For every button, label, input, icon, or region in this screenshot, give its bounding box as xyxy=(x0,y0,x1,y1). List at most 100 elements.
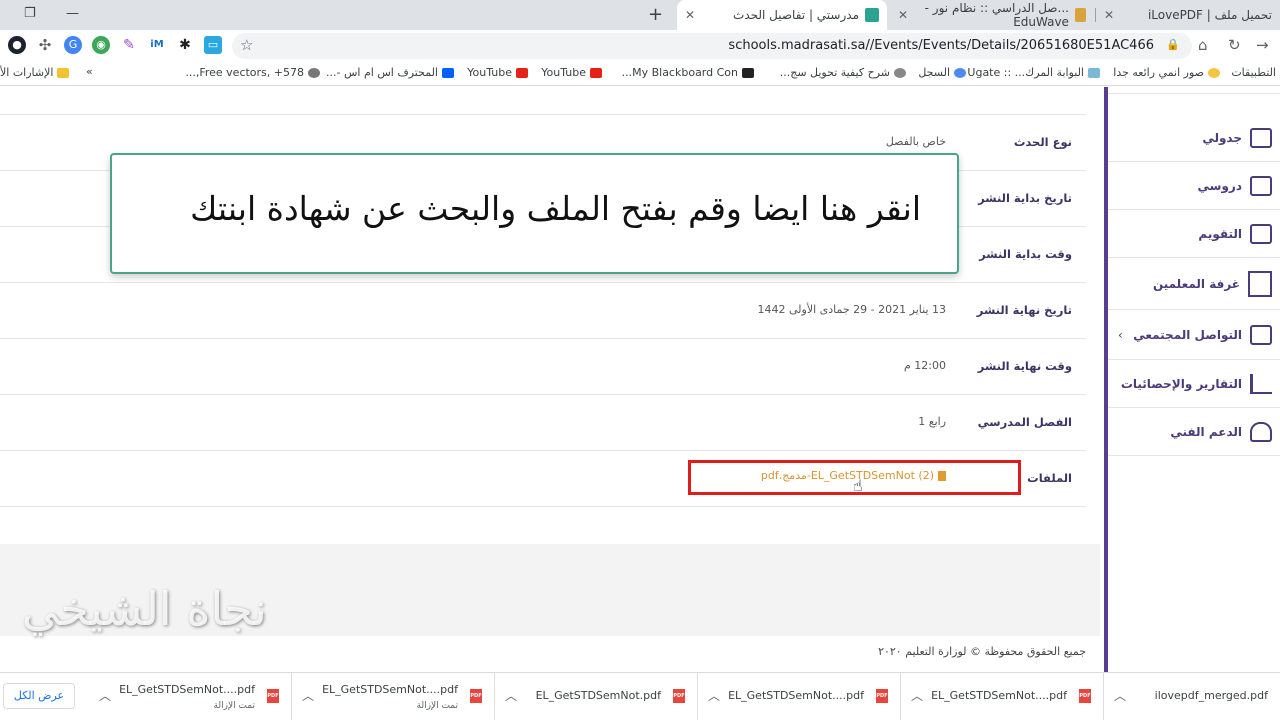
sidebar-item-community[interactable]: ‹ التواصل المجتمعي xyxy=(1108,310,1280,360)
row-value: 13 يناير 2021 - 29 جمادى الأولى 1442 xyxy=(757,303,947,316)
chevron-left-icon: ‹ xyxy=(1118,327,1123,342)
download-item[interactable]: PDF EL_GetSTDSemNot....pdf ︿ xyxy=(901,673,1104,720)
download-filename: EL_GetSTDSemNot....pdf xyxy=(119,683,255,696)
chevron-up-icon[interactable]: ︿ xyxy=(1114,687,1126,704)
details-row: وقت نهاية النشر 12:00 م xyxy=(0,339,1086,395)
details-row: تاريخ نهاية النشر 13 يناير 2021 - 29 جما… xyxy=(0,283,1086,339)
download-item[interactable]: PDF EL_GetSTDSemNot.pdf ︿ xyxy=(495,673,698,720)
chevron-up-icon[interactable]: ︿ xyxy=(708,687,720,704)
sidebar-item-label: التقويم xyxy=(1198,226,1242,241)
tab-title: مدرستي | تفاصيل الحدث xyxy=(733,8,859,22)
bookmark-star-icon[interactable]: ☆ xyxy=(240,36,253,54)
watermark: نجاة الشيخي xyxy=(22,582,267,636)
back-icon[interactable]: → xyxy=(1256,36,1269,54)
pdf-file-icon: PDF xyxy=(267,689,279,703)
close-tab-icon[interactable]: ✕ xyxy=(898,8,908,22)
row-label: نوع الحدث xyxy=(1013,135,1072,149)
lock-icon[interactable]: 🔒 xyxy=(1166,38,1180,51)
home-icon[interactable]: ⌂ xyxy=(1198,36,1208,54)
bar-chart-icon xyxy=(1250,373,1272,394)
download-item[interactable]: PDF EL_GetSTDSemNot....pdf ︿ xyxy=(698,673,901,720)
sidebar-item-label: التقارير والإحصائيات xyxy=(1120,376,1242,391)
sidebar-item-label: الدعم الفني xyxy=(1170,424,1242,439)
hand-cursor-icon: ☝ xyxy=(853,476,863,495)
download-status: تمت الإزالة xyxy=(213,701,255,711)
show-all-downloads-button[interactable]: عرض الكل xyxy=(3,683,75,709)
row-value: رابع 1 xyxy=(918,415,946,428)
chevron-up-icon[interactable]: ︿ xyxy=(911,687,923,704)
sidebar-item-label: دروسي xyxy=(1197,178,1242,193)
pdf-file-icon: PDF xyxy=(470,689,482,703)
pdf-file-icon: PDF xyxy=(1079,689,1091,703)
row-label: وقت نهاية النشر xyxy=(977,359,1072,373)
row-value: 12:00 م xyxy=(903,359,946,372)
sidebar-item-schedule[interactable]: جدولي xyxy=(1108,114,1280,162)
sidebar-item-teachers-room[interactable]: غرفة المعلمين xyxy=(1108,258,1280,310)
download-item[interactable]: PDF EL_GetSTDSemNot....pdf تمت الإزالة ︿ xyxy=(89,673,292,720)
minimize-window-icon[interactable]: — xyxy=(66,6,79,21)
ms-extension-icon[interactable]: iM xyxy=(148,36,166,54)
sidebar-item-label: جدولي xyxy=(1202,130,1242,145)
calendar-icon xyxy=(1250,127,1272,148)
details-row: الفصل المدرسي رابع 1 xyxy=(0,395,1086,451)
extensions-puzzle-icon[interactable]: ✣ xyxy=(36,36,54,54)
eduwave-favicon-icon xyxy=(1074,8,1086,22)
row-label: الفصل المدرسي xyxy=(977,415,1072,429)
tab-title: ...صل الدراسي :: نظام نور - EduWave xyxy=(924,1,1069,29)
sidebar-item-support[interactable]: الدعم الفني xyxy=(1108,408,1280,456)
pdf-file-icon: PDF xyxy=(673,689,685,703)
pen-extension-icon[interactable]: ✎ xyxy=(120,36,138,54)
downloads-bar: ilovepdf_merged.pdf ︿ PDF EL_GetSTDSemNo… xyxy=(0,672,1280,720)
cloud-extension-icon[interactable]: ▭ xyxy=(204,36,222,54)
sidebar-item-reports[interactable]: التقارير والإحصائيات xyxy=(1108,360,1280,408)
url-text[interactable]: schools.madrasati.sa//Events/Events/Deta… xyxy=(728,38,1154,53)
sidebar-item-partial xyxy=(1108,67,1280,94)
row-label: الملفات xyxy=(1027,471,1072,485)
row-value: خاص بالفصل xyxy=(885,135,946,148)
new-tab-button[interactable]: + xyxy=(648,4,663,25)
instruction-callout: انقر هنا ايضا وقم بفتح الملف والبحث عن ش… xyxy=(110,153,959,274)
download-status: تمت الإزالة xyxy=(416,701,458,711)
copyright-footer: جميع الحقوق محفوظة © لوزارة التعليم ٢٠٢٠ xyxy=(878,645,1086,658)
download-filename: EL_GetSTDSemNot....pdf xyxy=(931,689,1067,702)
download-filename: ilovepdf_merged.pdf xyxy=(1154,689,1268,702)
community-icon xyxy=(1250,324,1272,345)
profile-avatar-icon[interactable]: ● xyxy=(8,36,26,54)
sidebar-item-calendar[interactable]: التقويم xyxy=(1108,210,1280,258)
sidebar-item-lessons[interactable]: دروسي xyxy=(1108,162,1280,210)
tab-ilovepdf[interactable]: تحميل ملف | iLovePDF ✕ xyxy=(1096,0,1280,30)
close-tab-icon[interactable]: ✕ xyxy=(1104,8,1114,22)
download-item[interactable]: PDF EL_GetSTDSemNot....pdf تمت الإزالة ︿ xyxy=(292,673,495,720)
download-filename: EL_GetSTDSemNot.pdf xyxy=(535,689,661,702)
close-tab-icon[interactable]: ✕ xyxy=(685,8,695,22)
address-bar[interactable]: ☆ schools.madrasati.sa//Events/Events/De… xyxy=(232,33,1192,59)
sidebar-item-label: التواصل المجتمعي xyxy=(1133,327,1242,342)
calendar-grid-icon xyxy=(1250,223,1272,244)
chevron-up-icon[interactable]: ︿ xyxy=(302,687,314,704)
row-label: وقت بداية النشر xyxy=(979,247,1072,261)
android-extension-icon[interactable]: ◉ xyxy=(92,36,110,54)
chevron-up-icon[interactable]: ︿ xyxy=(505,687,517,704)
ugate-favicon-icon xyxy=(1088,67,1100,78)
download-filename: EL_GetSTDSemNot....pdf xyxy=(322,683,458,696)
tab-madrasati-event[interactable]: مدرستي | تفاصيل الحدث ✕ xyxy=(677,0,887,30)
sidebar-item-label: غرفة المعلمين xyxy=(1152,276,1240,291)
download-filename: EL_GetSTDSemNot....pdf xyxy=(728,689,864,702)
tab-eduwave[interactable]: ...صل الدراسي :: نظام نور - EduWave ✕ xyxy=(890,0,1094,30)
download-item[interactable]: ilovepdf_merged.pdf ︿ xyxy=(1104,673,1280,720)
translate-extension-icon[interactable]: G xyxy=(64,36,82,54)
lessons-icon xyxy=(1250,175,1272,196)
reload-icon[interactable]: ↻ xyxy=(1228,36,1241,54)
row-label: تاريخ بداية النشر xyxy=(978,191,1072,205)
person-extension-icon[interactable]: ✱ xyxy=(176,36,194,54)
sidebar-nav: جدولي دروسي التقويم غرفة المعلمين ‹ التو… xyxy=(1104,87,1280,672)
restore-window-icon[interactable]: ❐ xyxy=(24,6,36,21)
tab-title: تحميل ملف | iLovePDF xyxy=(1147,8,1272,22)
chevron-up-icon[interactable]: ︿ xyxy=(99,687,111,704)
row-label: تاريخ نهاية النشر xyxy=(976,303,1072,317)
details-row-top xyxy=(0,59,1086,115)
headset-icon xyxy=(1250,421,1272,442)
madrasati-favicon-icon xyxy=(865,8,879,22)
teacher-board-icon xyxy=(1248,270,1272,297)
callout-text: انقر هنا ايضا وقم بفتح الملف والبحث عن ش… xyxy=(190,189,921,228)
